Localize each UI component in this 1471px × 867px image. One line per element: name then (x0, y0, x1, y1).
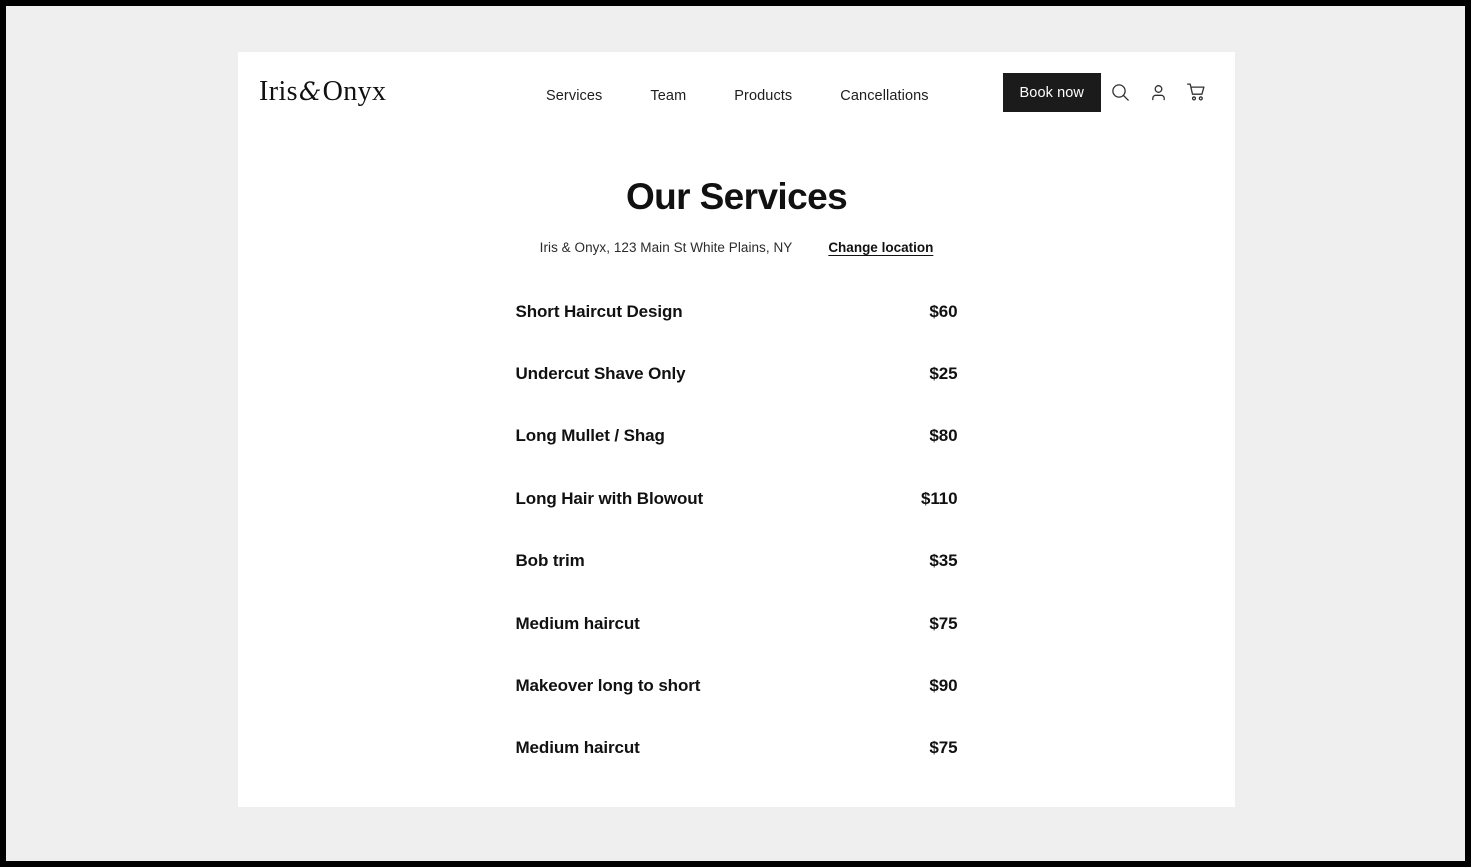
brand-logo-part2: Onyx (322, 76, 387, 107)
service-name: Makeover long to short (515, 676, 701, 696)
service-row[interactable]: Long Hair with Blowout $110 (516, 489, 958, 551)
services-list: Short Haircut Design $60 Undercut Shave On… (516, 302, 958, 801)
service-row[interactable]: Medium haircut $75 (516, 614, 958, 676)
search-button[interactable] (1101, 73, 1139, 112)
site-header: Iris&Onyx Services Team Products Cancell… (238, 52, 1235, 131)
account-icon (1149, 83, 1168, 102)
page-body: Our Services Iris & Onyx, 123 Main St Wh… (238, 176, 1235, 801)
header-actions: Book now (1002, 73, 1215, 112)
service-row[interactable]: Makeover long to short $90 (516, 676, 958, 738)
service-name: Short Haircut Design (515, 301, 683, 321)
browser-viewport: Iris&Onyx Services Team Products Cancell… (6, 6, 1465, 861)
service-row[interactable]: Short Haircut Design $60 (516, 302, 958, 364)
service-name: Bob trim (515, 551, 585, 571)
account-button[interactable] (1139, 73, 1177, 112)
location-bar: Iris & Onyx, 123 Main St White Plains, N… (238, 240, 1235, 255)
service-row[interactable]: Undercut Shave Only $25 (516, 364, 958, 426)
nav-item-services[interactable]: Services (546, 84, 602, 108)
site-content-card: Iris&Onyx Services Team Products Cancell… (238, 52, 1235, 807)
service-price: $75 (929, 613, 958, 633)
service-name: Long Mullet / Shag (515, 426, 665, 446)
nav-item-cancellations[interactable]: Cancellations (840, 84, 928, 108)
cart-icon (1186, 82, 1207, 103)
change-location-link[interactable]: Change location (828, 240, 933, 255)
service-row[interactable]: Long Mullet / Shag $80 (516, 426, 958, 488)
main-navigation: Services Team Products Cancellations (546, 84, 929, 108)
service-price: $25 (929, 364, 958, 384)
nav-item-team[interactable]: Team (650, 84, 686, 108)
brand-logo-ampersand: & (298, 77, 322, 106)
service-price: $80 (929, 426, 958, 446)
brand-logo[interactable]: Iris&Onyx (259, 76, 386, 108)
book-now-button[interactable]: Book now (1002, 73, 1101, 112)
service-price: $75 (929, 738, 958, 758)
brand-logo-part1: Iris (259, 76, 298, 107)
service-name: Medium haircut (515, 738, 640, 758)
service-name: Medium haircut (515, 613, 640, 633)
location-address: Iris & Onyx, 123 Main St White Plains, N… (539, 239, 793, 255)
page-title: Our Services (625, 176, 848, 217)
service-price: $110 (921, 488, 958, 508)
service-name: Long Hair with Blowout (515, 488, 704, 508)
service-name: Undercut Shave Only (515, 364, 686, 384)
nav-item-products[interactable]: Products (734, 84, 792, 108)
service-price: $60 (929, 301, 958, 321)
service-price: $90 (929, 676, 958, 696)
service-row[interactable]: Bob trim $35 (516, 551, 958, 613)
search-icon (1111, 83, 1130, 102)
service-row[interactable]: Medium haircut $75 (516, 738, 958, 800)
cart-button[interactable] (1177, 73, 1215, 112)
service-price: $35 (929, 551, 958, 571)
